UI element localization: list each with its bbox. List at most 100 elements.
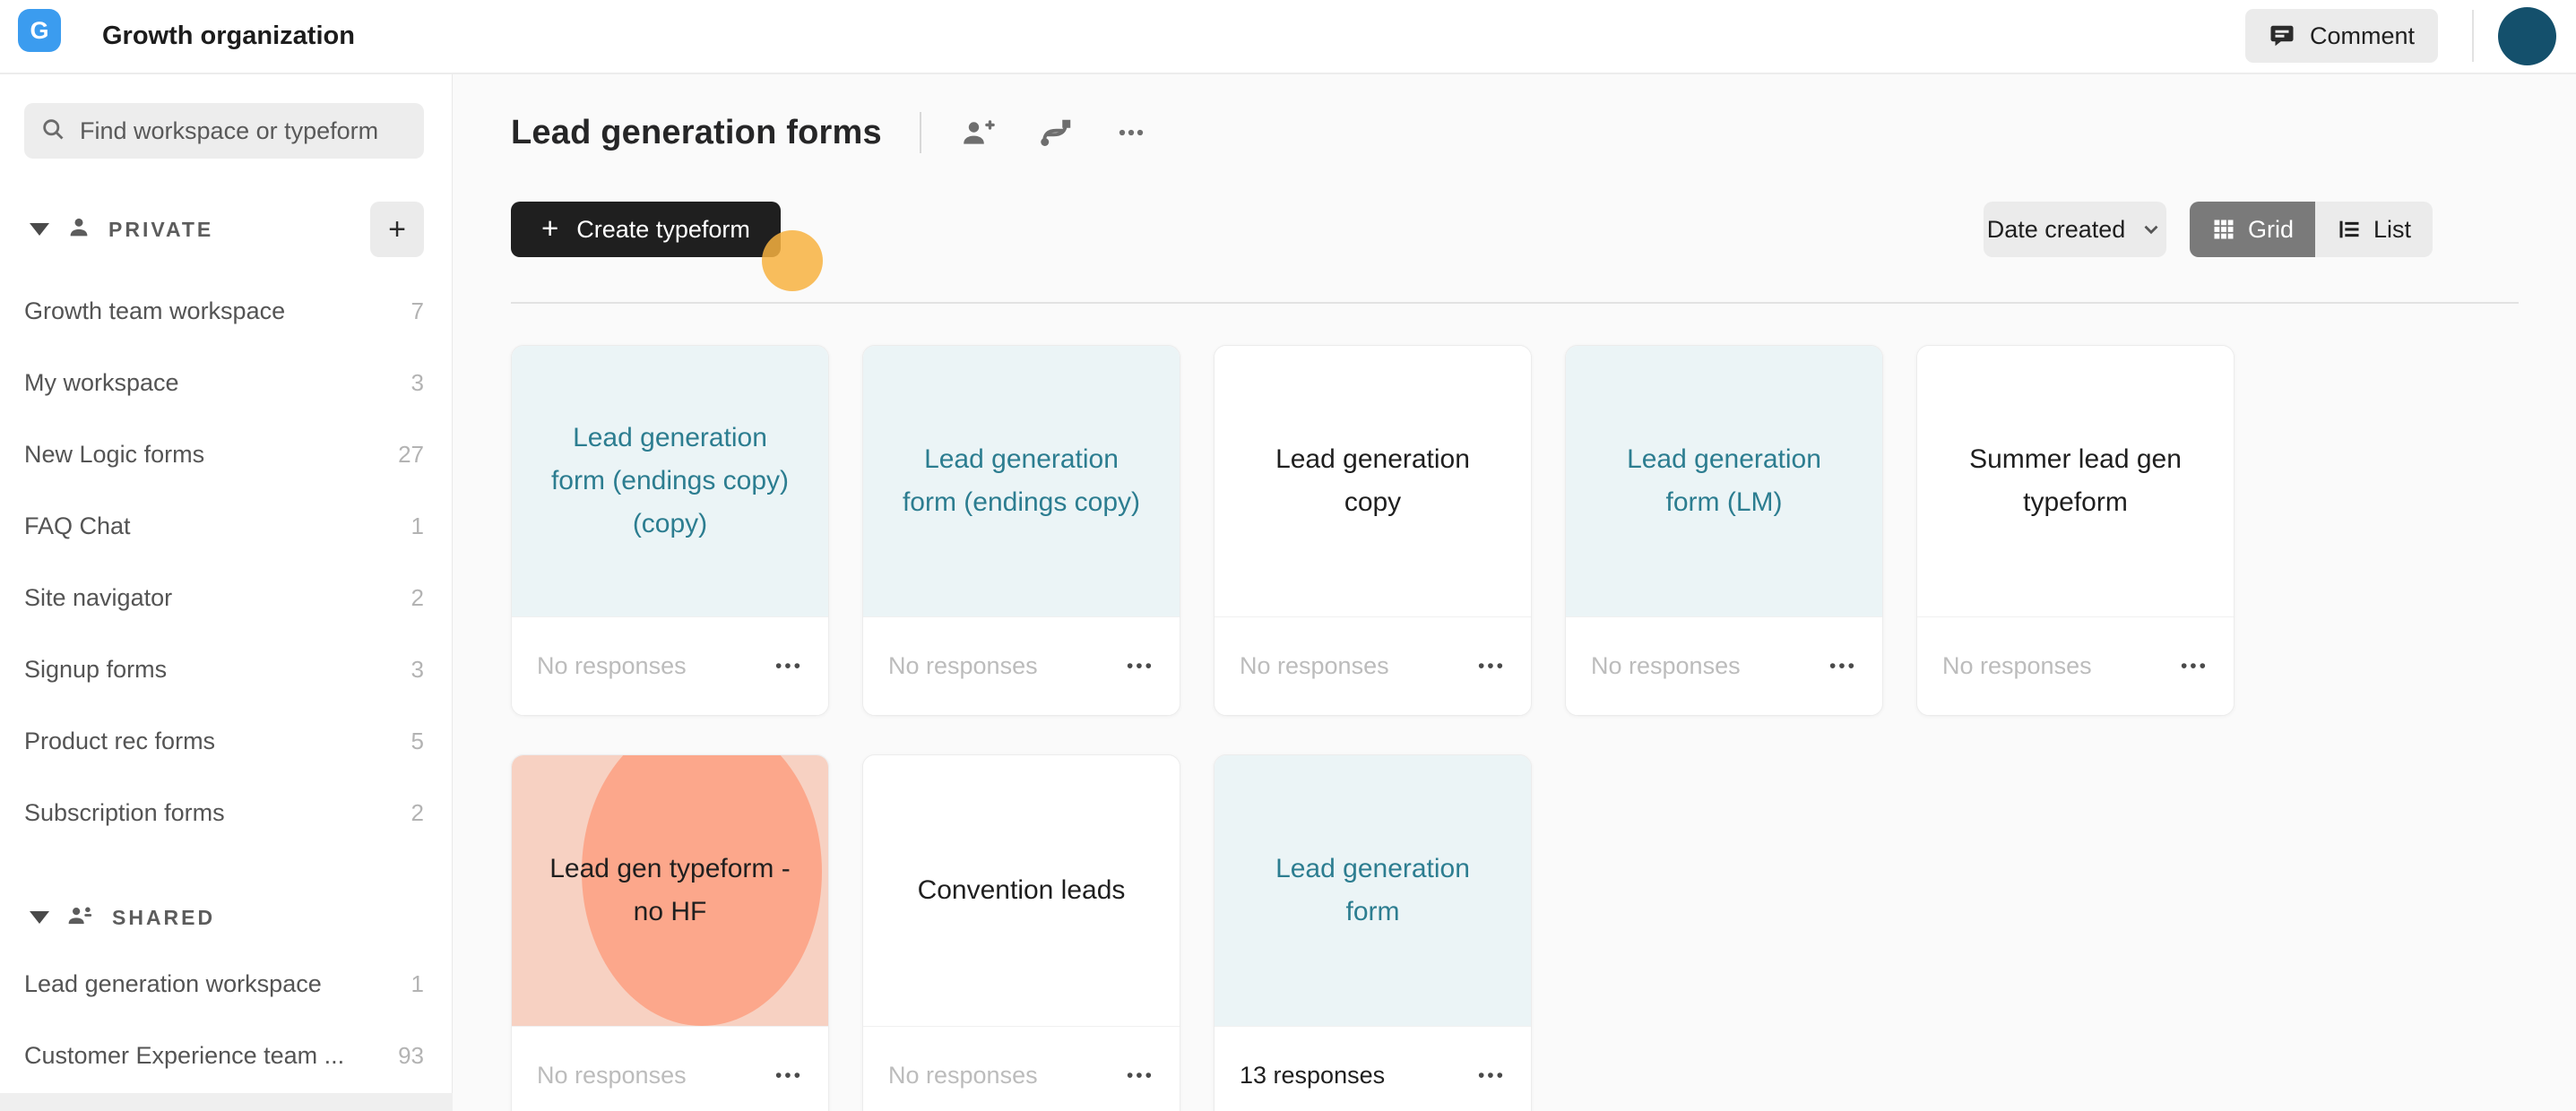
private-section-label: PRIVATE xyxy=(108,217,214,241)
add-workspace-button[interactable]: + xyxy=(370,202,424,257)
card-more-options-icon[interactable]: ••• xyxy=(1127,1065,1154,1087)
sidebar-item-product-rec-forms[interactable]: Product rec forms 5 xyxy=(0,705,453,777)
invite-member-icon[interactable] xyxy=(959,116,997,150)
grid-label: Grid xyxy=(2248,215,2295,243)
responses-count: No responses xyxy=(1942,652,2092,679)
sidebar-item-subscription-forms[interactable]: Subscription forms 2 xyxy=(0,777,453,848)
collapse-triangle-icon[interactable] xyxy=(30,911,49,924)
create-typeform-label: Create typeform xyxy=(576,215,750,243)
card-footer: No responses ••• xyxy=(1566,616,1882,715)
page-title: Lead generation forms xyxy=(511,113,882,151)
toolbar-separator xyxy=(511,302,2519,304)
cards-row-1: Lead generation form (endings copy) (cop… xyxy=(511,345,2235,716)
workspace-count: 2 xyxy=(411,583,424,611)
card-thumbnail: Lead generation copy xyxy=(1215,346,1531,616)
typeform-card[interactable]: Lead generation form 13 responses ••• xyxy=(1214,754,1532,1111)
typeform-card[interactable]: Lead generation form (endings copy) No r… xyxy=(862,345,1180,716)
grid-view-button[interactable]: Grid xyxy=(2190,202,2316,257)
shared-section-header[interactable]: SHARED xyxy=(0,888,453,947)
workspace-count: 1 xyxy=(411,512,424,539)
grid-icon xyxy=(2214,220,2234,239)
card-thumbnail: Lead generation form (LM) xyxy=(1566,346,1882,616)
responses-count: No responses xyxy=(888,1062,1038,1089)
responses-count: No responses xyxy=(537,652,687,679)
sidebar-item-growth-team-workspace[interactable]: Growth team workspace 7 xyxy=(0,275,453,347)
typeform-card[interactable]: Lead generation form (endings copy) (cop… xyxy=(511,345,829,716)
comment-icon xyxy=(2269,22,2295,49)
typeform-card[interactable]: Lead generation copy No responses ••• xyxy=(1214,345,1532,716)
comment-label: Comment xyxy=(2309,22,2415,49)
card-thumbnail: Summer lead gen typeform xyxy=(1917,346,2234,616)
card-more-options-icon[interactable]: ••• xyxy=(1478,1065,1506,1087)
card-footer: 13 responses ••• xyxy=(1215,1026,1531,1111)
list-view-button[interactable]: List xyxy=(2315,202,2433,257)
responses-count: No responses xyxy=(537,1062,687,1089)
typeform-card[interactable]: Lead gen typeform - no HF No responses •… xyxy=(511,754,829,1111)
sidebar-item-faq-chat[interactable]: FAQ Chat 1 xyxy=(0,490,453,562)
card-more-options-icon[interactable]: ••• xyxy=(1127,656,1154,677)
chevron-down-icon xyxy=(2144,225,2158,235)
person-icon xyxy=(65,214,92,245)
workspace-label: New Logic forms xyxy=(24,440,205,468)
workspace-count: 93 xyxy=(398,1041,424,1069)
card-title: Lead generation form (LM) xyxy=(1627,444,1821,517)
user-avatar[interactable] xyxy=(2498,7,2556,65)
workspace-label: Customer Experience team ... xyxy=(24,1041,345,1069)
card-more-options-icon[interactable]: ••• xyxy=(1829,656,1857,677)
sidebar-item-site-navigator[interactable]: Site navigator 2 xyxy=(0,562,453,633)
collapse-triangle-icon[interactable] xyxy=(30,223,49,236)
card-more-options-icon[interactable]: ••• xyxy=(775,1065,803,1087)
card-more-options-icon[interactable]: ••• xyxy=(775,656,803,677)
card-title: Lead generation form (endings copy) (cop… xyxy=(550,423,790,538)
sidebar-item-new-logic-forms[interactable]: New Logic forms 27 xyxy=(0,418,453,490)
workspace-count: 3 xyxy=(411,655,424,683)
workspace-label: Signup forms xyxy=(24,655,168,683)
list-label: List xyxy=(2373,215,2412,243)
sidebar-item-signup-forms[interactable]: Signup forms 3 xyxy=(0,633,453,705)
card-footer: No responses ••• xyxy=(1215,616,1531,715)
typeform-card[interactable]: Lead generation form (LM) No responses •… xyxy=(1565,345,1883,716)
private-section-header[interactable]: PRIVATE + xyxy=(0,200,453,259)
sidebar: PRIVATE + Growth team workspace 7 My wor… xyxy=(0,74,453,1111)
app-screen: G Growth organization Comment Find works… xyxy=(0,0,2576,1111)
card-title: Lead gen typeform - no HF xyxy=(549,854,791,926)
plus-icon: + xyxy=(541,211,559,245)
card-title: Lead generation form xyxy=(1275,854,1470,926)
sort-dropdown[interactable]: Date created xyxy=(1984,202,2166,257)
card-title: Lead generation copy xyxy=(1275,444,1470,517)
card-thumbnail: Lead gen typeform - no HF xyxy=(512,755,828,1026)
sidebar-scrollbar[interactable] xyxy=(0,1093,453,1111)
typeform-card[interactable]: Summer lead gen typeform No responses ••… xyxy=(1916,345,2235,716)
sidebar-item-customer-experience-team[interactable]: Customer Experience team ... 93 xyxy=(0,1020,453,1091)
card-thumbnail: Lead generation form xyxy=(1215,755,1531,1026)
search-icon xyxy=(40,116,65,146)
sidebar-item-lead-generation-workspace[interactable]: Lead generation workspace 1 xyxy=(0,948,453,1020)
card-thumbnail: Lead generation form (endings copy) (cop… xyxy=(512,346,828,616)
shared-workspace-list: Lead generation workspace 1 Customer Exp… xyxy=(0,948,453,1091)
main-content: Lead generation forms + Create typeform … xyxy=(453,74,2576,1111)
card-footer: No responses ••• xyxy=(512,1026,828,1111)
card-more-options-icon[interactable]: ••• xyxy=(2181,656,2209,677)
card-more-options-icon[interactable]: ••• xyxy=(1478,656,1506,677)
workspace-count: 27 xyxy=(398,440,424,468)
workspace-search[interactable] xyxy=(24,103,424,159)
typeform-card[interactable]: Convention leads No responses ••• xyxy=(862,754,1180,1111)
comment-button[interactable]: Comment xyxy=(2244,9,2438,63)
people-icon xyxy=(65,902,96,934)
responses-count: No responses xyxy=(1240,652,1389,679)
card-footer: No responses ••• xyxy=(512,616,828,715)
recurring-sync-icon[interactable] xyxy=(1036,116,1074,150)
card-footer: No responses ••• xyxy=(863,616,1180,715)
sort-label: Date created xyxy=(1986,215,2126,243)
workspace-count: 5 xyxy=(411,727,424,754)
org-logo[interactable]: G xyxy=(18,9,61,52)
org-name: Growth organization xyxy=(102,22,355,50)
card-title: Lead generation form (endings copy) xyxy=(902,444,1141,517)
view-toggle: Grid List xyxy=(2190,202,2433,257)
create-typeform-button[interactable]: + Create typeform xyxy=(511,202,781,257)
workspace-count: 3 xyxy=(411,368,424,396)
more-options-icon[interactable] xyxy=(1113,116,1149,150)
workspace-label: Growth team workspace xyxy=(24,297,286,324)
search-input[interactable] xyxy=(78,116,408,146)
sidebar-item-my-workspace[interactable]: My workspace 3 xyxy=(0,347,453,418)
